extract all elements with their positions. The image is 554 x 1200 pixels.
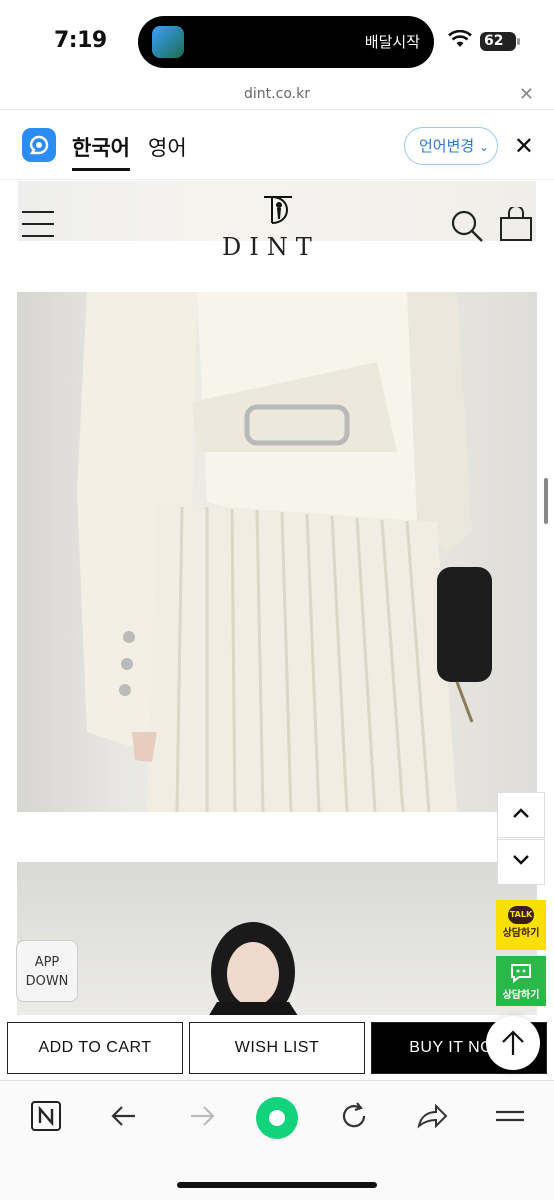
shopping-bag-icon[interactable] [498, 207, 534, 243]
dynamic-island[interactable]: 배달시작 [138, 16, 434, 68]
scroll-down-button[interactable] [497, 839, 545, 885]
delivery-app-icon [152, 26, 184, 58]
tab-english[interactable]: 영어 [148, 132, 187, 162]
share-icon[interactable] [410, 1099, 454, 1143]
brand-logo-icon [264, 196, 292, 224]
url-text[interactable]: dint.co.kr [0, 86, 554, 102]
scroll-up-button[interactable] [497, 792, 545, 838]
add-to-cart-button[interactable]: ADD TO CART [7, 1022, 183, 1074]
chevron-down-icon: ⌄ [478, 140, 490, 154]
change-language-button[interactable]: 언어변경 ⌄ [404, 127, 498, 165]
product-photo [77, 292, 492, 812]
home-icon[interactable] [254, 1095, 300, 1141]
page-scrollbar[interactable] [544, 478, 548, 524]
scroll-to-top-button[interactable] [486, 1016, 540, 1070]
live-activity-text: 배달시작 [364, 33, 420, 51]
chevron-up-icon [513, 808, 529, 818]
naver-icon[interactable] [24, 1099, 68, 1143]
battery-level: 62 [484, 33, 504, 49]
wish-list-button[interactable]: WISH LIST [189, 1022, 365, 1074]
naver-talk-button[interactable]: 상담하기 [496, 956, 546, 1006]
brand-name[interactable]: DINT [222, 233, 320, 261]
app-down-line1: APP [34, 955, 60, 970]
status-bar: 7:19 배달시작 62 [0, 0, 554, 82]
kakao-talk-button[interactable]: TALK 상담하기 [496, 900, 546, 950]
papago-icon [22, 128, 56, 162]
forward-icon[interactable] [180, 1099, 224, 1143]
change-language-label: 언어변경 [419, 137, 475, 155]
product-photo-model [205, 922, 302, 1022]
refresh-icon[interactable] [332, 1099, 376, 1143]
home-indicator[interactable] [177, 1182, 377, 1188]
product-image-second[interactable] [17, 862, 537, 1022]
purchase-action-bar: ADD TO CART WISH LIST BUY IT NOW [0, 1015, 554, 1079]
battery-indicator: 62 [480, 32, 520, 51]
app-down-line2: DOWN [25, 974, 69, 989]
site-header: DINT [0, 181, 554, 269]
translate-bar: 한국어 영어 언어변경 ⌄ ✕ [0, 112, 554, 180]
product-image-main[interactable] [17, 292, 537, 812]
close-icon[interactable]: ✕ [514, 132, 534, 160]
close-icon[interactable]: ✕ [519, 84, 534, 105]
wifi-icon [448, 30, 472, 47]
chat-bubble-icon [511, 964, 531, 984]
chevron-down-icon [513, 855, 529, 865]
naver-talk-label: 상담하기 [502, 990, 540, 1001]
talk-bubble-icon: TALK [508, 906, 534, 924]
url-bar[interactable]: dint.co.kr ✕ [0, 82, 554, 110]
hamburger-menu-icon[interactable] [22, 211, 54, 237]
search-icon[interactable] [450, 209, 484, 243]
clock: 7:19 [54, 28, 107, 53]
app-download-button[interactable]: APP DOWN [16, 940, 78, 1002]
menu-icon[interactable] [488, 1099, 532, 1143]
tab-korean[interactable]: 한국어 [72, 132, 130, 171]
arrow-up-icon [502, 1030, 524, 1055]
kakao-talk-label: 상담하기 [502, 928, 540, 939]
back-icon[interactable] [102, 1099, 146, 1143]
